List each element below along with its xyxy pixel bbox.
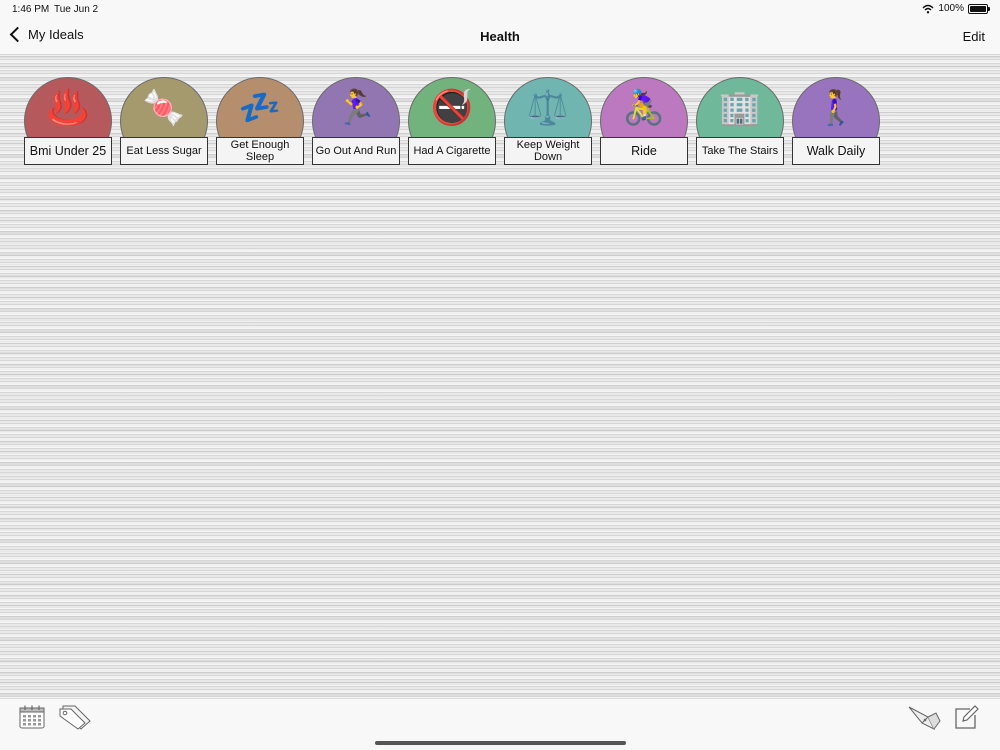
hot-springs-icon: ♨️ [46,89,90,127]
bottom-toolbar [0,698,1000,750]
wifi-icon [922,4,934,13]
navigation-bar: My Ideals Health Edit [0,20,1000,55]
runner-icon: 🏃‍♀️ [334,89,378,127]
tags-icon[interactable] [57,704,93,730]
ideal-item[interactable]: 🚶‍♀️ Walk Daily [792,77,880,167]
battery-icon [968,3,990,14]
ideal-label: Bmi Under 25 [24,137,112,165]
candy-icon: 🍬 [142,89,186,127]
page-title: Health [480,29,520,44]
building-icon: 🏢 [718,89,762,127]
status-date: Tue Jun 2 [54,4,99,15]
ideal-label: Had A Cigarette [408,137,496,165]
app-screen: 1:46 PM Tue Jun 2 100% My Ideals Health … [0,0,1000,750]
status-bar: 1:46 PM Tue Jun 2 100% [0,0,1000,20]
battery-percent: 100% [938,3,964,14]
ideal-item[interactable]: ⚖️ Keep Weight Down [504,77,592,167]
status-time: 1:46 PM [12,4,50,15]
battery-fill [970,5,986,12]
ideals-board: ♨️ Bmi Under 25 🍬 Eat Less Sugar 💤 Get E… [0,55,1000,698]
calendar-icon[interactable] [19,705,45,729]
zzz-icon: 💤 [238,89,282,127]
home-indicator[interactable] [375,741,626,745]
ideal-item[interactable]: ♨️ Bmi Under 25 [24,77,112,167]
walker-icon: 🚶‍♀️ [814,89,858,127]
edit-button[interactable]: Edit [963,29,985,44]
ideal-item[interactable]: 🏢 Take The Stairs [696,77,784,167]
ideal-label: Walk Daily [792,137,880,165]
ideal-label: Take The Stairs [696,137,784,165]
status-indicators: 100% [922,3,990,14]
pen-icon[interactable] [906,703,942,731]
ideal-label: Get Enough Sleep [216,137,304,165]
ideal-item[interactable]: 🚴‍♀️ Ride [600,77,688,167]
ideal-item[interactable]: 🚭 Had A Cigarette [408,77,496,167]
ideal-label: Eat Less Sugar [120,137,208,165]
compose-icon[interactable] [953,705,979,729]
cyclist-icon: 🚴‍♀️ [622,89,666,127]
ideal-item[interactable]: 💤 Get Enough Sleep [216,77,304,167]
scale-icon: ⚖️ [526,89,570,127]
ideal-label: Ride [600,137,688,165]
ideal-label: Go Out And Run [312,137,400,165]
ideal-label: Keep Weight Down [504,137,592,165]
ideal-item[interactable]: 🍬 Eat Less Sugar [120,77,208,167]
ideal-item[interactable]: 🏃‍♀️ Go Out And Run [312,77,400,167]
no-smoking-icon: 🚭 [430,89,474,127]
